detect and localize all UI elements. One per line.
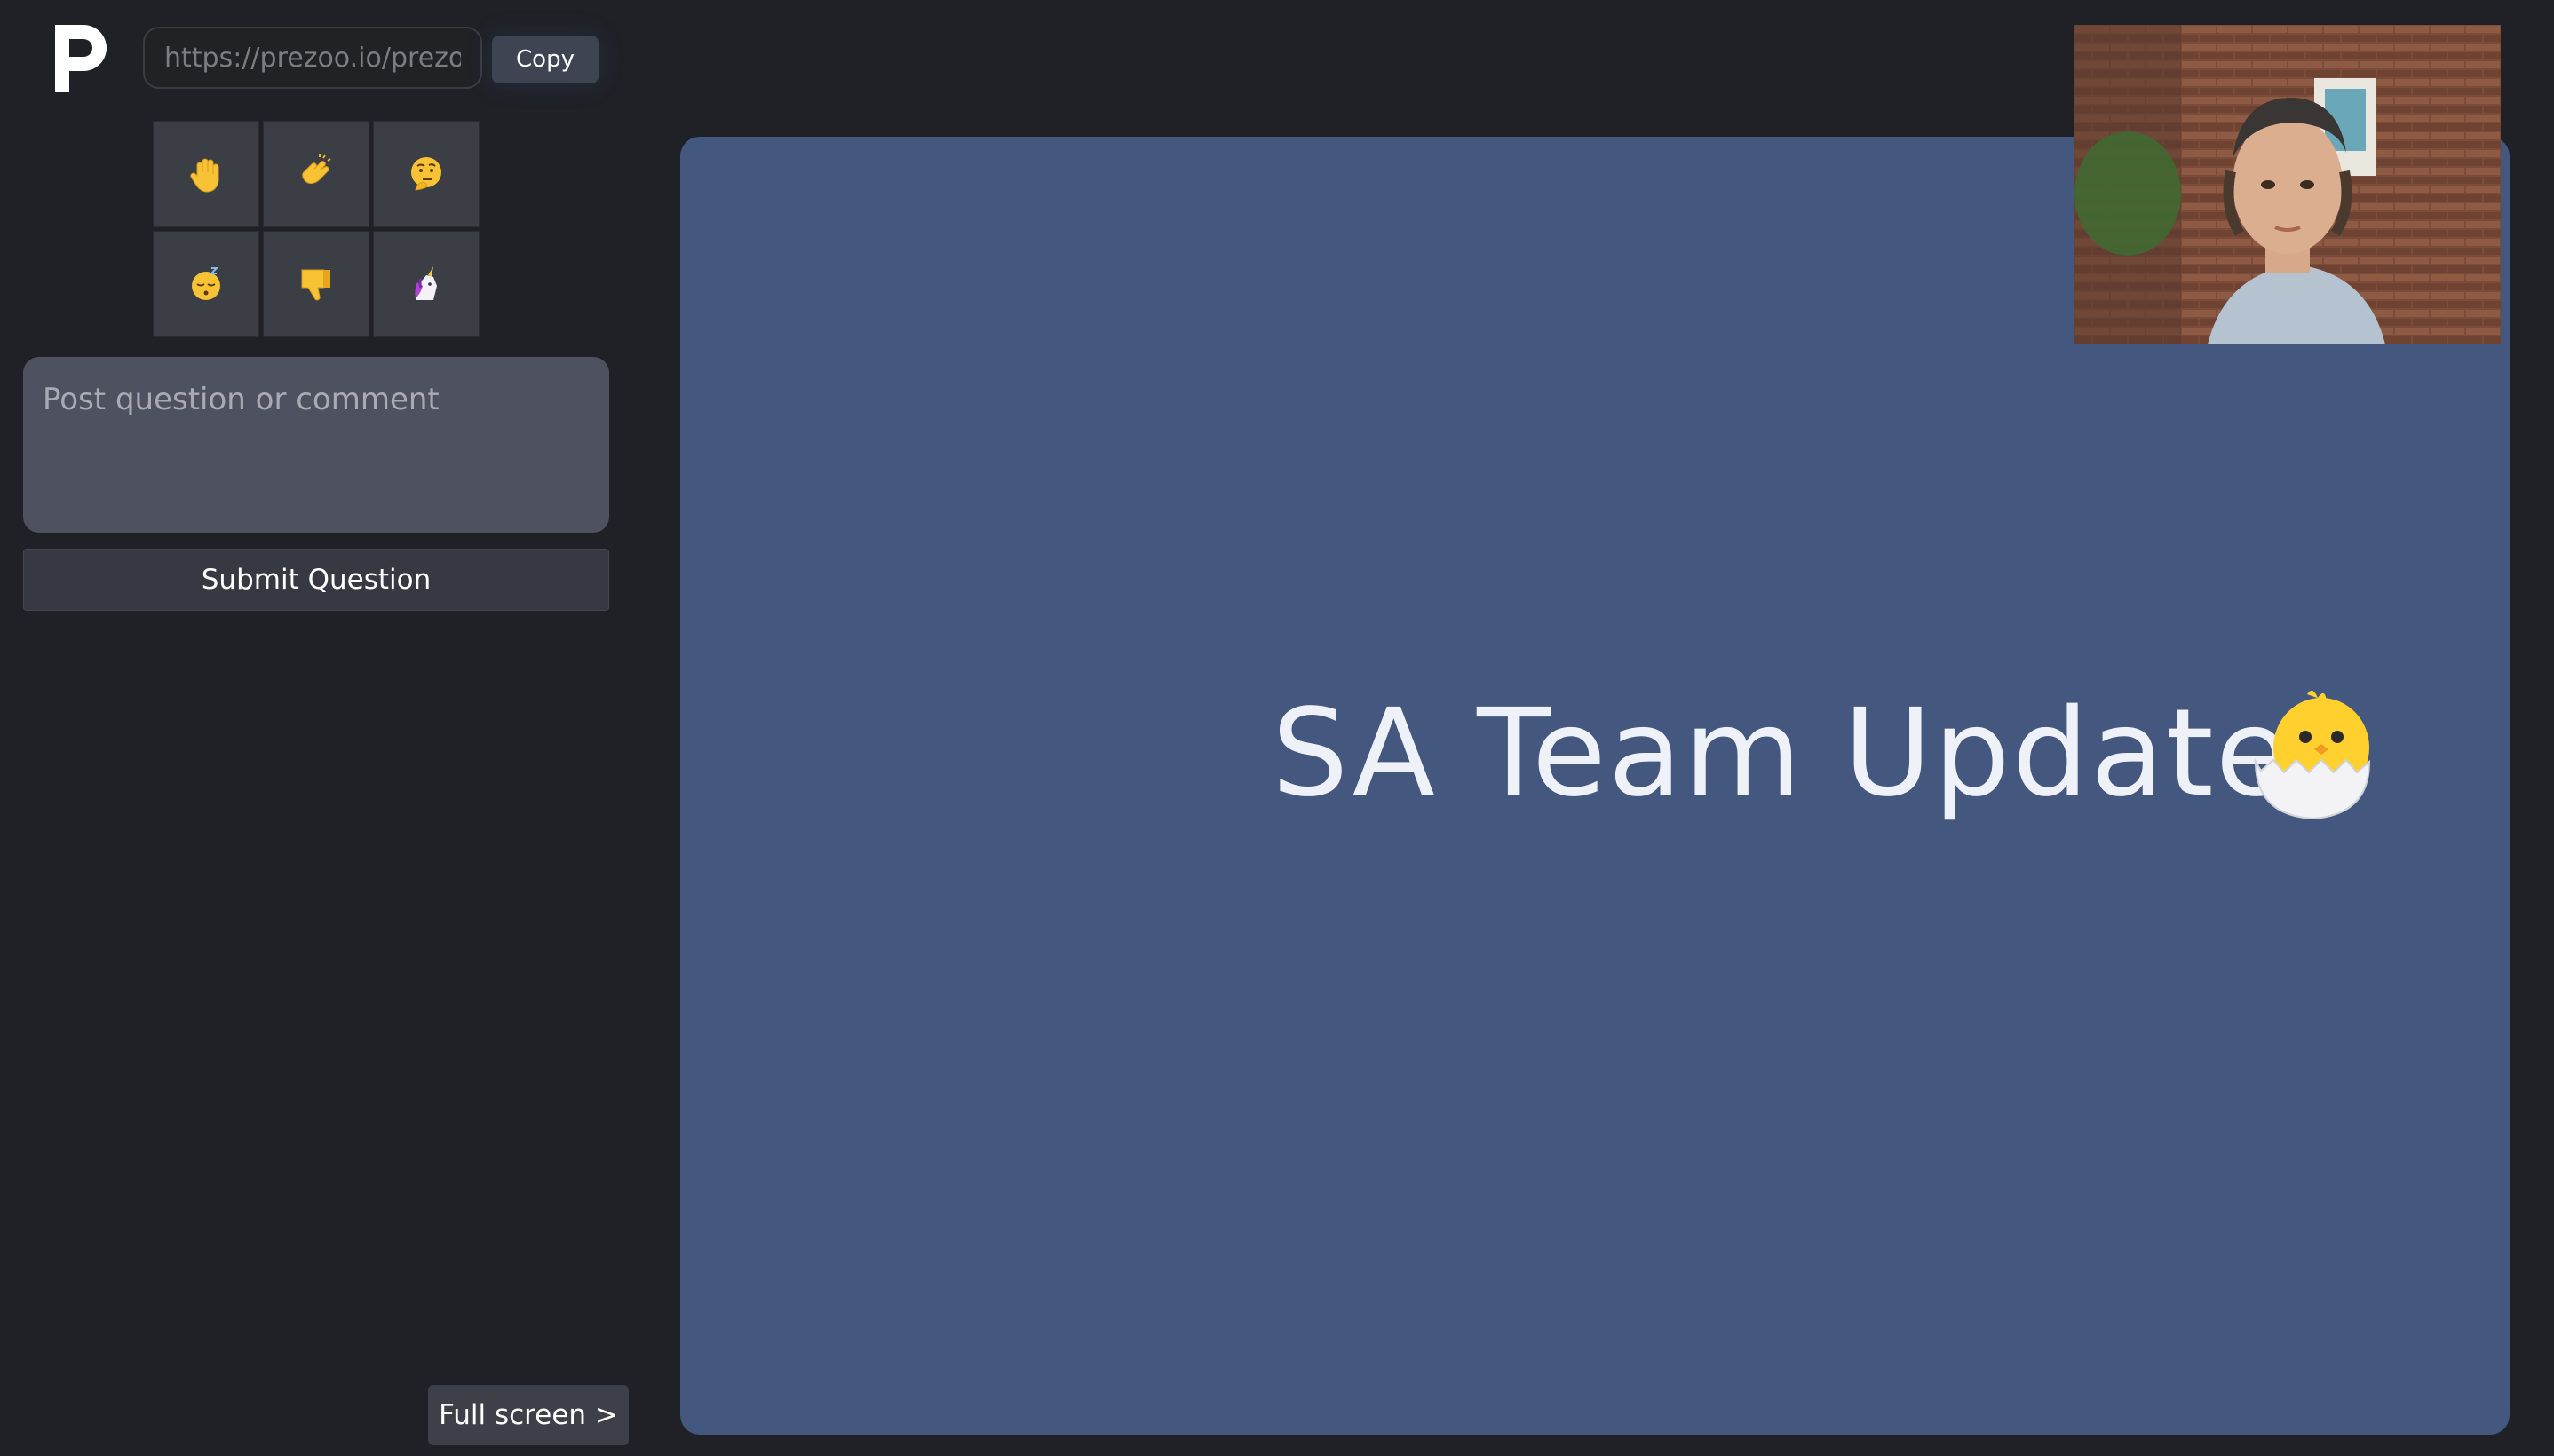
hatching-chick-icon	[2254, 690, 2371, 820]
reaction-unicorn-button[interactable]	[373, 231, 480, 337]
unicorn-icon	[415, 266, 437, 300]
sleeping-face-icon	[192, 267, 220, 300]
clapping-hands-icon	[302, 154, 331, 184]
reaction-thumbs-down-button[interactable]	[263, 231, 369, 337]
prezoo-logo	[55, 25, 107, 92]
fullscreen-button[interactable]: Full screen >	[428, 1385, 629, 1445]
reaction-sleepy-button[interactable]	[153, 231, 259, 337]
submit-question-button[interactable]: Submit Question	[23, 549, 609, 611]
question-input[interactable]	[23, 357, 609, 533]
thinking-face-icon	[411, 157, 441, 191]
presenter-view: Copy	[0, 0, 2554, 1456]
share-url-field[interactable]	[143, 27, 482, 89]
copy-button[interactable]: Copy	[492, 36, 599, 83]
reaction-raised-hand-button[interactable]	[153, 121, 259, 227]
thumbs-down-icon	[301, 269, 330, 301]
presenter-video-feed	[2074, 25, 2501, 344]
raised-hand-icon	[190, 158, 219, 193]
reaction-grid	[153, 121, 480, 337]
reaction-thinking-button[interactable]	[373, 121, 480, 227]
presenter-webcam	[2074, 25, 2501, 344]
reaction-clap-button[interactable]	[263, 121, 369, 227]
slide-title: SA Team Update	[1272, 684, 2292, 824]
